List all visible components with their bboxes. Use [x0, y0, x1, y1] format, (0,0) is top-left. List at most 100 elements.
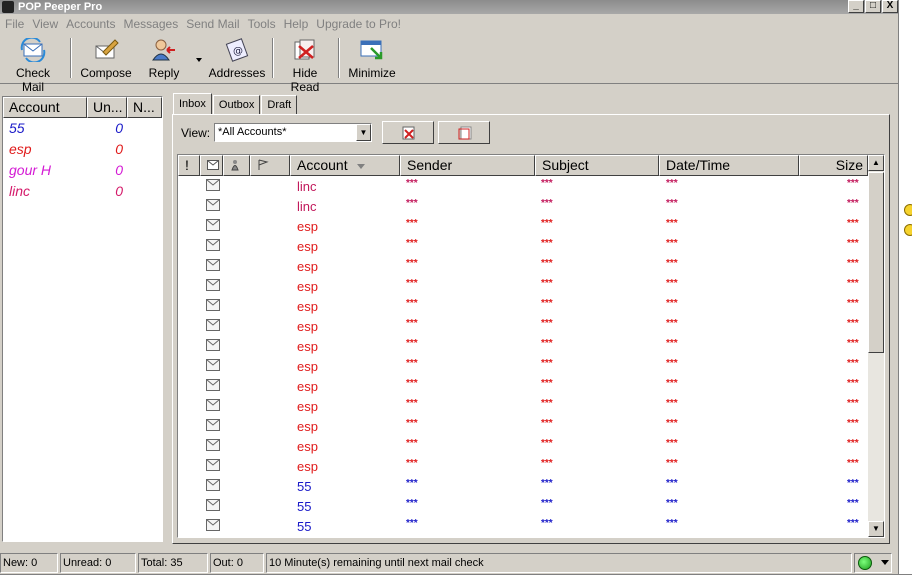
message-row[interactable]: esp *** *** *** ***	[178, 336, 868, 356]
message-row[interactable]: esp *** *** *** ***	[178, 376, 868, 396]
message-list-scrollbar[interactable]: ▲ ▼	[868, 155, 884, 537]
message-size: ***	[847, 498, 859, 509]
message-size: ***	[847, 378, 859, 389]
message-row[interactable]: 55 *** *** *** ***	[178, 496, 868, 516]
message-subject: ***	[541, 298, 553, 309]
message-row[interactable]: esp *** *** *** ***	[178, 316, 868, 336]
blank-message-button[interactable]	[438, 121, 490, 144]
column-size[interactable]: Size	[799, 155, 868, 176]
accounts-column-unread[interactable]: Un...	[87, 97, 127, 118]
account-name: 55	[9, 120, 25, 136]
message-row[interactable]: esp *** *** *** ***	[178, 456, 868, 476]
message-subject: ***	[541, 338, 553, 349]
account-row[interactable]: linc 0	[3, 181, 162, 202]
menu-send-mail[interactable]: Send Mail	[183, 15, 244, 33]
message-subject: ***	[541, 518, 553, 529]
message-row[interactable]: linc *** *** *** ***	[178, 176, 868, 196]
message-row[interactable]: esp *** *** *** ***	[178, 216, 868, 236]
column-date-time[interactable]: Date/Time	[659, 155, 799, 176]
minimize-window-button[interactable]: _	[848, 0, 864, 13]
message-subject: ***	[541, 438, 553, 449]
column-account-label: Account	[297, 157, 348, 173]
compose-button[interactable]: Compose	[78, 36, 134, 82]
message-row[interactable]: esp *** *** *** ***	[178, 276, 868, 296]
chevron-down-icon[interactable]: ▼	[356, 124, 371, 141]
scroll-up-button[interactable]: ▲	[868, 155, 884, 171]
envelope-icon	[206, 499, 220, 511]
column-flag[interactable]	[250, 155, 290, 176]
message-date: ***	[666, 358, 678, 369]
check-mail-icon	[20, 38, 46, 62]
message-row[interactable]: esp *** *** *** ***	[178, 356, 868, 376]
scroll-thumb[interactable]	[868, 172, 884, 353]
minimize-button[interactable]: Minimize	[346, 36, 398, 82]
message-date: ***	[666, 438, 678, 449]
message-row[interactable]: linc *** *** *** ***	[178, 196, 868, 216]
message-row[interactable]: esp *** *** *** ***	[178, 396, 868, 416]
envelope-icon	[206, 379, 220, 391]
title-bar: POP Peeper Pro _ □ X	[0, 0, 898, 14]
account-name: gour H	[9, 162, 52, 178]
delete-button[interactable]	[382, 121, 434, 144]
menu-tools[interactable]: Tools	[245, 15, 281, 33]
maximize-window-button[interactable]: □	[865, 0, 881, 13]
message-account: esp	[297, 399, 318, 414]
envelope-icon	[206, 299, 220, 311]
message-row[interactable]: esp *** *** *** ***	[178, 296, 868, 316]
view-select[interactable]: *All Accounts* ▼	[214, 123, 372, 142]
minimize-label: Minimize	[348, 66, 396, 80]
message-account: 55	[297, 479, 312, 494]
menu-accounts[interactable]: Accounts	[63, 15, 120, 33]
message-list: ! Account Sender Subject Date/Time Size …	[177, 154, 885, 538]
menu-view[interactable]: View	[29, 15, 63, 33]
hide-read-button[interactable]: Hide Read	[278, 36, 332, 94]
reply-dropdown-button[interactable]	[192, 36, 204, 82]
reply-button[interactable]: Reply	[142, 36, 186, 82]
tab-draft[interactable]: Draft	[261, 95, 298, 115]
column-sender[interactable]: Sender	[400, 155, 535, 176]
message-row[interactable]: 55 *** *** *** ***	[178, 516, 868, 536]
message-size: ***	[847, 238, 859, 249]
message-row[interactable]: 55 *** *** *** ***	[178, 476, 868, 496]
view-select-value: *All Accounts*	[218, 126, 287, 138]
menu-upgrade[interactable]: Upgrade to Pro!	[313, 15, 406, 33]
account-row[interactable]: 55 0	[3, 118, 162, 139]
envelope-icon	[206, 179, 220, 191]
accounts-column-new[interactable]: N...	[127, 97, 162, 118]
column-priority[interactable]: !	[178, 155, 200, 176]
addresses-label: Addresses	[208, 66, 266, 80]
addresses-button[interactable]: @ Addresses	[208, 36, 266, 82]
column-read-status[interactable]	[200, 155, 223, 176]
menu-messages[interactable]: Messages	[121, 15, 184, 33]
message-account: esp	[297, 299, 318, 314]
message-row[interactable]: esp *** *** *** ***	[178, 256, 868, 276]
connection-status-icon[interactable]	[858, 556, 872, 570]
check-mail-button[interactable]: Check Mail	[4, 36, 62, 94]
close-window-button[interactable]: X	[882, 0, 898, 13]
toolbar-separator	[70, 38, 72, 78]
message-row[interactable]: esp *** *** *** ***	[178, 436, 868, 456]
scroll-down-button[interactable]: ▼	[868, 521, 884, 537]
chevron-down-icon[interactable]	[881, 560, 889, 565]
message-size: ***	[847, 258, 859, 269]
column-attachment[interactable]	[223, 155, 250, 176]
message-sender: ***	[406, 378, 418, 389]
column-account[interactable]: Account	[290, 155, 400, 176]
message-size: ***	[847, 418, 859, 429]
message-sender: ***	[406, 218, 418, 229]
message-size: ***	[847, 178, 859, 189]
message-row[interactable]: esp *** *** *** ***	[178, 416, 868, 436]
column-subject[interactable]: Subject	[535, 155, 659, 176]
accounts-column-account[interactable]: Account	[3, 97, 87, 118]
menu-file[interactable]: File	[2, 15, 29, 33]
mailbox-tabs: Inbox Outbox Draft	[173, 93, 298, 115]
account-row[interactable]: gour H 0	[3, 160, 162, 181]
account-row[interactable]: esp 0	[3, 139, 162, 160]
message-account: esp	[297, 439, 318, 454]
message-sender: ***	[406, 478, 418, 489]
menu-help[interactable]: Help	[281, 15, 314, 33]
tab-outbox[interactable]: Outbox	[212, 95, 261, 115]
tab-inbox[interactable]: Inbox	[173, 93, 212, 115]
message-sender: ***	[406, 278, 418, 289]
message-row[interactable]: esp *** *** *** ***	[178, 236, 868, 256]
